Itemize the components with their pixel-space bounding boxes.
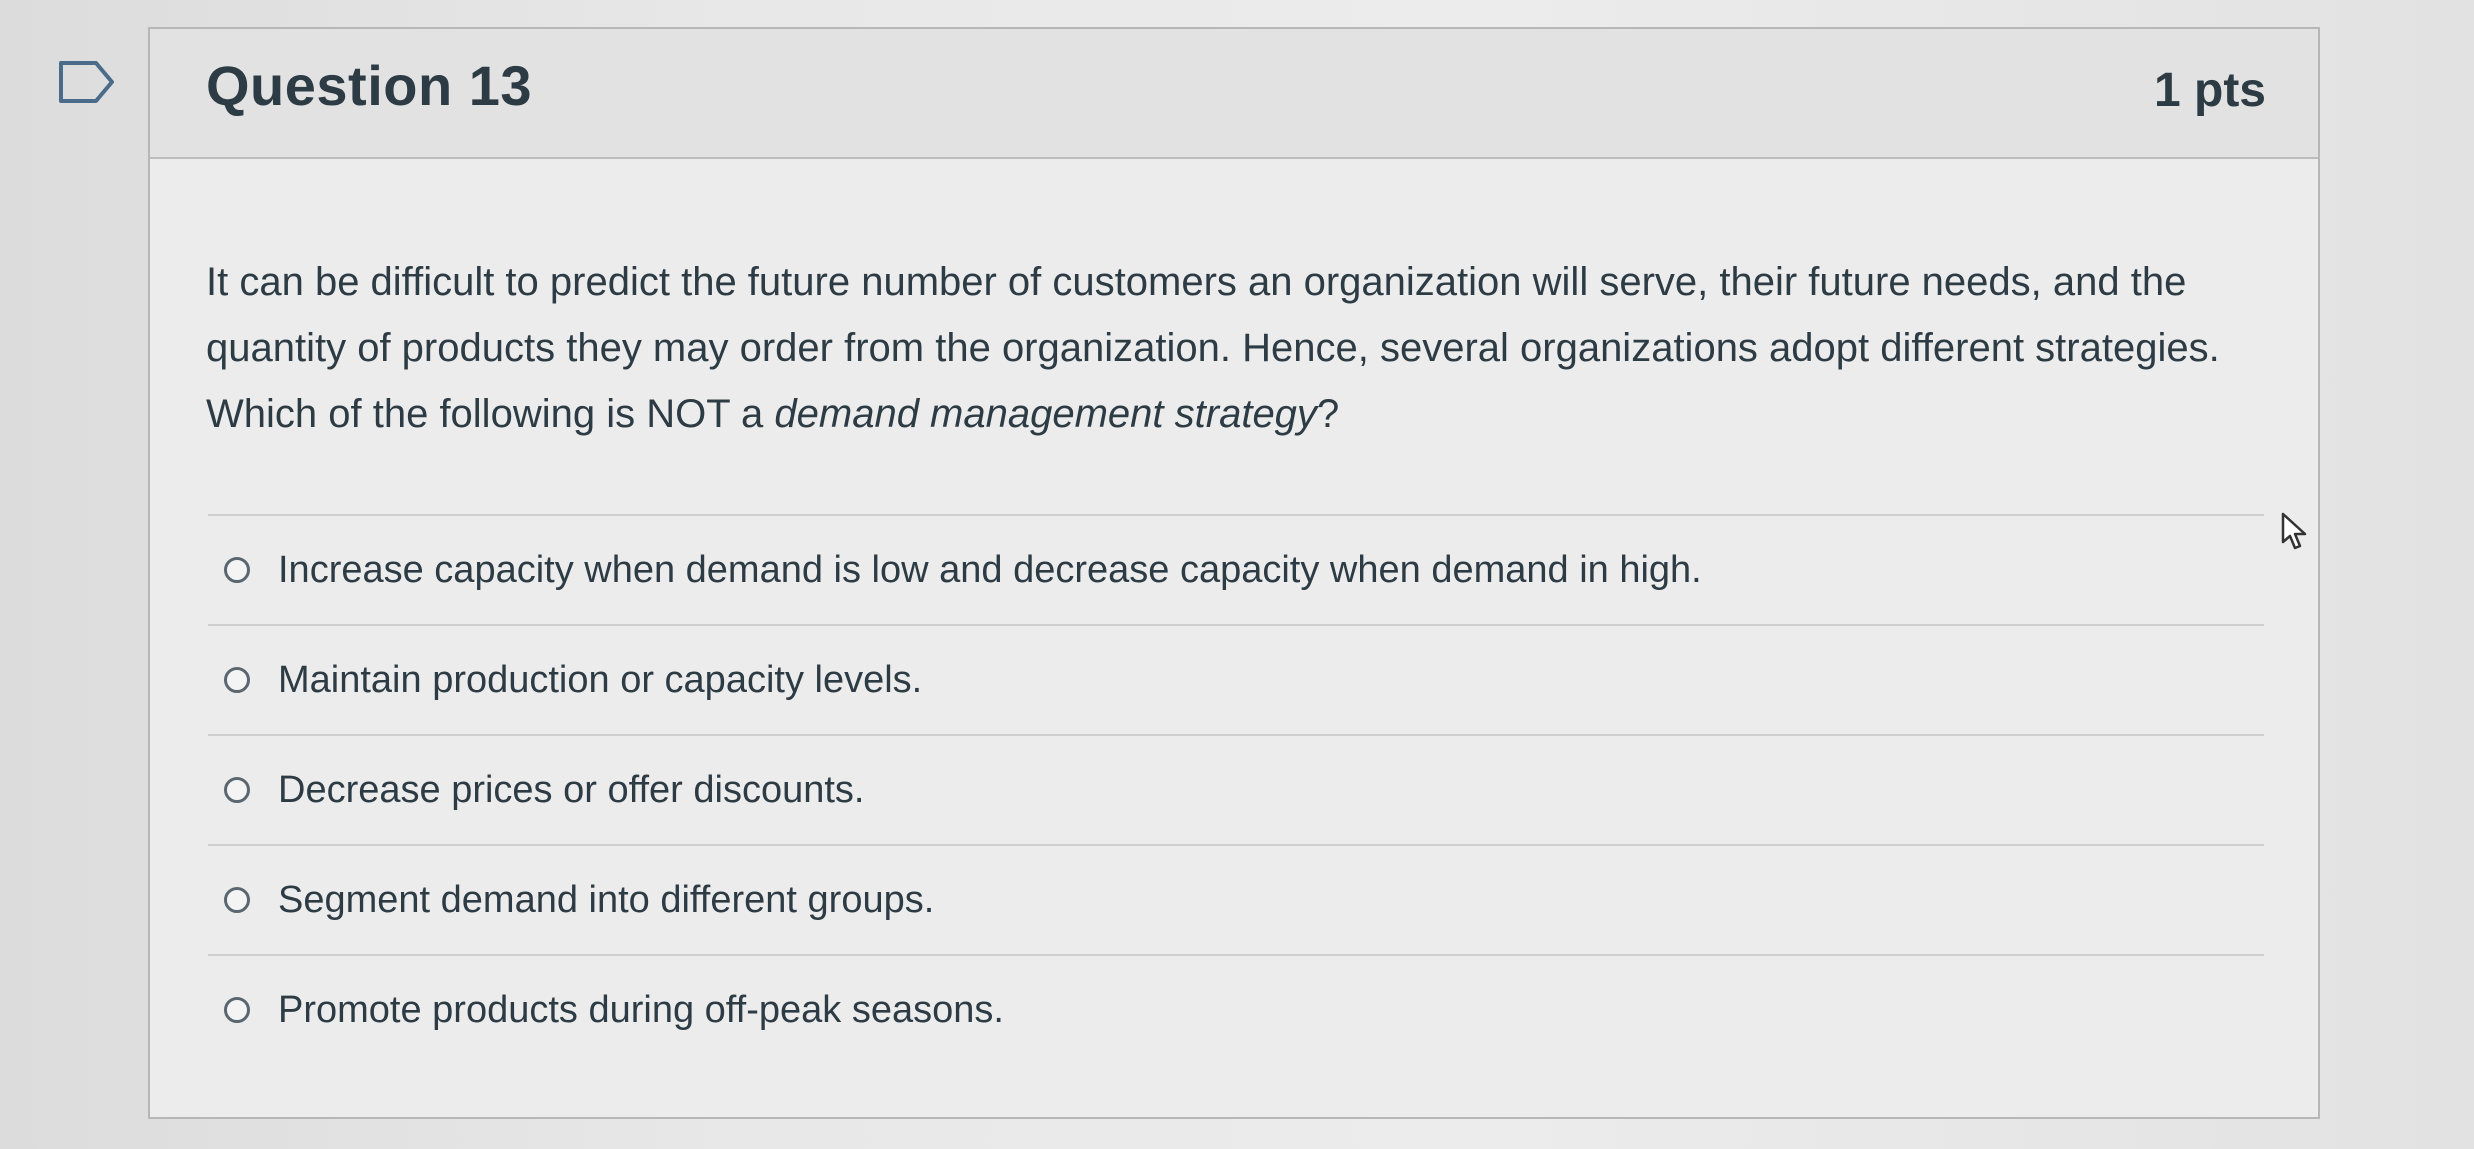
question-points: 1 pts: [2153, 64, 2266, 117]
question-text-end: ?: [1316, 392, 1340, 436]
question-header: Question 13 1 pts: [150, 29, 2318, 159]
radio-button[interactable]: [224, 557, 250, 583]
radio-button[interactable]: [224, 997, 250, 1023]
mouse-pointer-icon: [2281, 512, 2307, 550]
answer-label: Segment demand into different groups.: [278, 878, 935, 921]
answer-list: Increase capacity when demand is low and…: [208, 514, 2264, 1064]
answer-option[interactable]: Segment demand into different groups.: [208, 844, 2264, 954]
radio-button[interactable]: [224, 667, 250, 693]
answer-option[interactable]: Decrease prices or offer discounts.: [208, 734, 2264, 844]
answer-option[interactable]: Maintain production or capacity levels.: [208, 624, 2264, 734]
question-text: It can be difficult to predict the futur…: [206, 249, 2266, 447]
flag-question-icon[interactable]: [58, 60, 116, 104]
question-title: Question 13: [206, 54, 533, 117]
radio-button[interactable]: [224, 777, 250, 803]
answer-label: Increase capacity when demand is low and…: [278, 548, 1702, 591]
answer-label: Decrease prices or offer discounts.: [278, 768, 865, 811]
answer-label: Maintain production or capacity levels.: [278, 658, 923, 701]
radio-button[interactable]: [224, 887, 250, 913]
question-card: Question 13 1 pts It can be difficult to…: [148, 27, 2320, 1119]
answer-option[interactable]: Increase capacity when demand is low and…: [208, 514, 2264, 624]
question-text-emphasis: demand management strategy: [774, 392, 1317, 436]
answer-option[interactable]: Promote products during off-peak seasons…: [208, 954, 2264, 1064]
answer-label: Promote products during off-peak seasons…: [278, 988, 1004, 1031]
quiz-page: Question 13 1 pts It can be difficult to…: [0, 0, 2474, 1149]
